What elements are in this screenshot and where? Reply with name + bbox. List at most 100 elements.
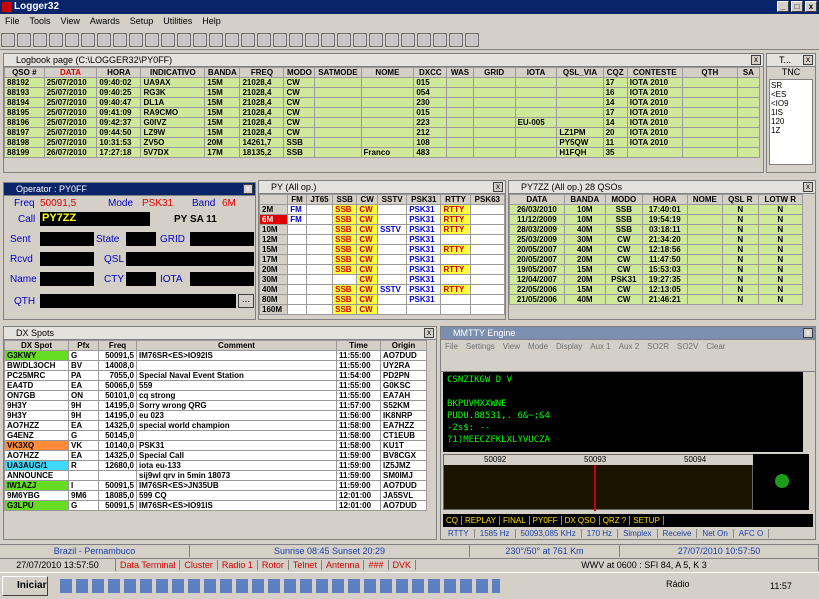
table-row[interactable]: ON7GB ON 50101,0 cq strong 11:55:00 EA7AH xyxy=(4,390,427,401)
toolbar-icon[interactable] xyxy=(321,33,335,47)
column-header[interactable]: MODO xyxy=(283,67,316,78)
qsl-input[interactable] xyxy=(126,252,254,266)
start-button[interactable]: Iniciar xyxy=(2,576,48,596)
table-row[interactable]: VK3XQ VK 10140,0 PSK31 11:58:00 KU1T xyxy=(4,440,427,451)
tnc-item[interactable]: 1IS xyxy=(771,108,811,117)
menu-item-view[interactable]: View xyxy=(56,16,85,26)
column-header[interactable]: QSL R xyxy=(721,194,759,205)
cty-input[interactable] xyxy=(126,272,156,286)
table-row[interactable]: 88192 25/07/2010 09:40:02 UA9AX 15M 21028,4 CW… xyxy=(4,77,761,88)
table-row[interactable]: 88195 25/07/2010 09:41:09 RA9CMO 15M 21028,4 C… xyxy=(4,107,761,118)
maximize-icon[interactable]: □ xyxy=(791,1,803,12)
tnc-item[interactable]: 1Z xyxy=(771,126,811,135)
state-input[interactable] xyxy=(126,232,156,246)
column-header[interactable]: SA xyxy=(736,67,761,78)
tnc-item[interactable]: SR xyxy=(771,81,811,90)
toolbar-icon[interactable] xyxy=(257,33,271,47)
table-row[interactable]: 88198 25/07/2010 10:31:53 ZV5O 20M 14261,7 SSB… xyxy=(4,137,761,148)
column-header[interactable]: Time xyxy=(336,340,381,351)
menu-item-file[interactable]: File xyxy=(0,16,25,26)
rcvd-input[interactable] xyxy=(40,252,94,266)
mmtty-status-cell[interactable]: Receive xyxy=(657,529,698,538)
menu-item-awards[interactable]: Awards xyxy=(85,16,125,26)
mmtty-menu-item[interactable]: Mode xyxy=(524,342,552,351)
band-row[interactable]: 15M SSB CW PSK31 RTTY xyxy=(258,244,506,255)
column-header[interactable]: NOME xyxy=(686,194,723,205)
radio-label[interactable]: Rádio xyxy=(666,579,690,589)
mmtty-menu-item[interactable]: Clear xyxy=(702,342,729,351)
tnc-item[interactable]: <IO9 xyxy=(771,99,811,108)
column-header[interactable]: CONTESTE xyxy=(626,67,683,78)
mmtty-menu-item[interactable]: View xyxy=(499,342,524,351)
macro-button[interactable]: SETUP xyxy=(630,516,664,525)
column-header[interactable]: NOME xyxy=(360,67,415,78)
table-row[interactable]: 88199 26/07/2010 17:27:18 5V7DX 17M 18135,2 SS… xyxy=(4,147,761,158)
table-row[interactable]: 88193 25/07/2010 09:40:25 RG3K 15M 21028,4 CW 0… xyxy=(4,87,761,98)
toolbar-icon[interactable] xyxy=(369,33,383,47)
table-row[interactable]: 88194 25/07/2010 09:40:47 DL1A 15M 21028,4 CW 2… xyxy=(4,97,761,108)
table-row[interactable]: 22/05/2006 15M CW 12:13:05 N N xyxy=(509,284,804,295)
table-row[interactable]: 11/12/2009 10M SSB 19:54:19 N N xyxy=(509,214,804,225)
band-row[interactable]: 2M FM SSB CW PSK31 RTTY xyxy=(258,204,506,215)
table-row[interactable]: 9M6YBG 9M6 18085,0 599 CQ 12:01:00 JA5SVL xyxy=(4,490,427,501)
column-header[interactable]: BANDA xyxy=(563,194,606,205)
mmtty-status-cell[interactable]: AFC O xyxy=(733,529,770,538)
table-row[interactable]: ANNOUNCE sij9wl qrv in 5min 18073 11:59:00… xyxy=(4,470,427,481)
table-row[interactable]: 88197 25/07/2010 09:44:50 LZ9W 15M 21028,4 CW 2… xyxy=(4,127,761,138)
toolbar-icon[interactable] xyxy=(33,33,47,47)
column-header[interactable]: HORA xyxy=(96,67,142,78)
table-row[interactable]: 88196 25/07/2010 09:42:37 G0IVZ 15M 21028,4 CW… xyxy=(4,117,761,128)
mmtty-receive-text[interactable]: CSNZIKGW D V BKPUVMXXWNE PUDU.88531,. 6&~;… xyxy=(443,372,803,452)
status-tab[interactable]: Rotor xyxy=(257,560,289,570)
status-tab[interactable]: Radio 1 xyxy=(217,560,258,570)
macro-button[interactable]: PY0FF xyxy=(529,516,562,525)
mmtty-menu-item[interactable]: SO2R xyxy=(643,342,673,351)
column-header[interactable]: Pfx xyxy=(68,340,99,351)
close-icon[interactable]: x xyxy=(803,55,813,65)
status-tab[interactable]: Data Terminal xyxy=(116,560,181,570)
column-header[interactable]: BANDA xyxy=(204,67,241,78)
toolbar-icon[interactable] xyxy=(241,33,255,47)
toolbar-icon[interactable] xyxy=(273,33,287,47)
name-input[interactable] xyxy=(40,272,94,286)
toolbar-icon[interactable] xyxy=(17,33,31,47)
status-tab[interactable]: Cluster xyxy=(180,560,218,570)
close-icon[interactable]: x xyxy=(803,328,813,338)
table-row[interactable]: IW1AZJ I 50091,5 IM76SR<ES>JN35UB 11:59:00 AO… xyxy=(4,480,427,491)
band-row[interactable]: 6M FM SSB CW PSK31 RTTY xyxy=(258,214,506,225)
table-row[interactable]: 20/05/2007 40M CW 12:18:56 N N xyxy=(509,244,804,255)
band-row[interactable]: 10M SSB CW SSTV PSK31 RTTY xyxy=(258,224,506,235)
band-row[interactable]: 40M SSB CW SSTV PSK31 RTTY xyxy=(258,284,506,295)
toolbar-icon[interactable] xyxy=(385,33,399,47)
mmtty-status-cell[interactable]: 1585 Hz xyxy=(474,529,516,538)
close-icon[interactable]: x xyxy=(424,328,434,338)
band-row[interactable]: 30M CW PSK31 xyxy=(258,274,506,285)
toolbar-icon[interactable] xyxy=(353,33,367,47)
table-row[interactable]: 12/04/2007 20M PSK31 19:27:35 N N xyxy=(509,274,804,285)
iota-input[interactable] xyxy=(190,272,254,286)
column-header[interactable]: SATMODE xyxy=(314,67,362,78)
menu-item-utilities[interactable]: Utilities xyxy=(158,16,197,26)
toolbar-icon[interactable] xyxy=(129,33,143,47)
quick-launch[interactable] xyxy=(60,579,500,593)
column-header[interactable]: GRID xyxy=(472,67,516,78)
column-header[interactable]: IOTA xyxy=(514,67,558,78)
macro-button[interactable]: DX QSO xyxy=(561,516,600,525)
table-row[interactable]: AO7HZZ EA 14325,0 special world champion 11:… xyxy=(4,420,427,431)
menu-item-help[interactable]: Help xyxy=(197,16,226,26)
band-row[interactable]: 12M SSB CW PSK31 xyxy=(258,234,506,245)
mmtty-menu-item[interactable]: File xyxy=(441,342,462,351)
table-row[interactable]: 9H3Y 9H 14195,0 eu 023 11:56:00 IK8NRP xyxy=(4,410,427,421)
band-row[interactable]: 17M SSB CW PSK31 xyxy=(258,254,506,265)
toolbar-icon[interactable] xyxy=(145,33,159,47)
toolbar-icon[interactable] xyxy=(225,33,239,47)
table-row[interactable]: 21/05/2006 40M CW 21:46:21 N N xyxy=(509,294,804,305)
toolbar-icon[interactable] xyxy=(433,33,447,47)
toolbar-icon[interactable] xyxy=(65,33,79,47)
column-header[interactable]: DATA xyxy=(43,67,98,78)
table-row[interactable]: 25/03/2009 30M CW 21:34:20 N N xyxy=(509,234,804,245)
column-header[interactable]: DXCC xyxy=(413,67,448,78)
toolbar-icon[interactable] xyxy=(1,33,15,47)
status-tab[interactable]: Antenna xyxy=(321,560,365,570)
menu-item-tools[interactable]: Tools xyxy=(25,16,56,26)
